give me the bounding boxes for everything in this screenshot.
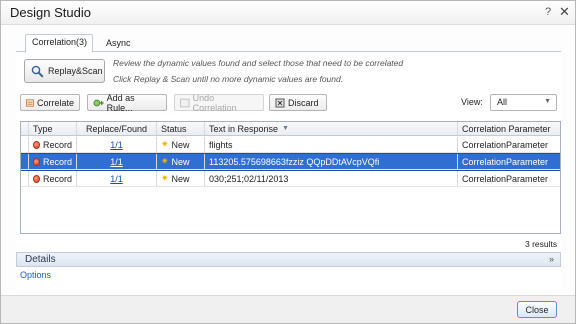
title-bar: Design Studio ? ✕ [1,1,575,25]
found-cell: 1/1 [77,171,157,186]
discard-label: Discard [288,97,319,108]
replay-scan-label: Replay&Scan [48,66,103,76]
close-icon[interactable]: ✕ [559,4,570,20]
type-value: Record [42,156,72,167]
correlate-icon [26,98,34,107]
table-row[interactable]: Record 1/1 ✷ New flights CorrelationParam… [21,137,560,153]
type-cell: Record [29,171,77,186]
hint-review: Review the dynamic values found and sele… [113,58,404,68]
status-value: New [171,139,190,150]
discard-icon [275,98,285,107]
record-icon [33,157,40,166]
sort-desc-icon: ▼ [282,125,289,132]
view-select[interactable]: All ▼ [490,94,557,111]
param-cell: CorrelationParameter [462,173,549,184]
add-as-rule-button[interactable]: Add as Rule... [87,92,167,113]
status-cell: ✷ New [157,137,205,152]
tab-correlation[interactable]: Correlation(3) [25,34,93,53]
table-row[interactable]: Record 1/1 ✷ New 030;251;02/11/2013 Corre… [21,171,560,187]
column-text-in-response[interactable]: Text in Response ▼ [205,122,458,135]
tab-async[interactable]: Async [100,36,137,52]
type-cell: Record [29,154,77,169]
status-value: New [171,173,190,184]
found-cell: 1/1 [77,137,157,152]
close-button[interactable]: Close [517,301,557,318]
star-icon: ✷ [161,173,169,183]
column-text-in-response-label: Text in Response [209,123,279,134]
param-cell: CorrelationParameter [462,156,549,167]
found-cell: 1/1 [77,154,157,169]
found-link[interactable]: 1/1 [110,140,123,150]
help-icon[interactable]: ? [545,6,551,18]
star-icon: ✷ [161,156,169,166]
correlation-table: Type Replace/Found Status Text in Respon… [20,121,561,234]
results-count: 3 results [525,239,558,249]
column-replace-found[interactable]: Replace/Found [77,122,157,135]
found-link[interactable]: 1/1 [110,174,123,184]
replay-scan-button[interactable]: Replay&Scan [24,59,105,83]
table-header: Type Replace/Found Status Text in Respon… [21,122,560,136]
undo-icon [180,98,190,107]
type-value: Record [42,173,72,184]
row-indicator [21,171,29,186]
type-cell: Record [29,137,77,152]
column-status[interactable]: Status [157,122,205,135]
correlate-button[interactable]: Correlate [20,94,80,111]
toolbar: Correlate Add as Rule... Undo Correlatio… [20,92,561,113]
options-link[interactable]: Options [20,270,51,280]
undo-correlation-button[interactable]: Undo Correlation [174,92,264,113]
discard-button[interactable]: Discard [269,94,327,111]
correlate-label: Correlate [36,97,74,108]
status-cell: ✷ New [157,171,205,186]
column-type[interactable]: Type [29,122,77,135]
tab-strip: Correlation(3) Async [16,34,561,53]
undo-correlation-label: Undo Correlation [192,92,237,113]
details-label: Details [25,254,56,265]
text-cell: flights [205,137,458,152]
found-link[interactable]: 1/1 [110,157,123,167]
type-value: Record [42,139,72,150]
text-cell: 030;251;02/11/2013 [205,171,458,186]
table-row-selected[interactable]: Record 1/1 ✷ New 113205.575698663fzziz QQ… [21,153,560,171]
details-expander[interactable]: Details » [16,252,561,267]
hint-replay: Click Replay & Scan until no more dynami… [113,74,344,84]
text-cell: 113205.575698663fzziz QQpDDtAVcpVQfi [205,154,458,169]
status-value: New [171,156,190,167]
expand-chevron-icon: » [548,254,554,264]
window-title: Design Studio [10,5,91,20]
row-indicator [21,137,29,152]
magnifier-icon [31,65,44,78]
param-cell: CorrelationParameter [462,139,549,150]
record-icon [33,174,40,183]
status-cell: ✷ New [157,154,205,169]
view-value: All [497,97,508,107]
view-label: View: [461,97,483,107]
record-icon [33,140,40,149]
star-icon: ✷ [161,139,169,149]
add-rule-icon [93,99,104,106]
add-rule-label: Add as Rule... [106,92,135,113]
column-correlation-parameter[interactable]: Correlation Parameter [458,122,560,135]
row-indicator-header [21,122,29,135]
design-studio-window: Design Studio ? ✕ Correlation(3) Async R… [0,0,576,324]
row-indicator [21,154,29,169]
dialog-footer [1,295,575,323]
chevron-down-icon: ▼ [544,98,551,105]
